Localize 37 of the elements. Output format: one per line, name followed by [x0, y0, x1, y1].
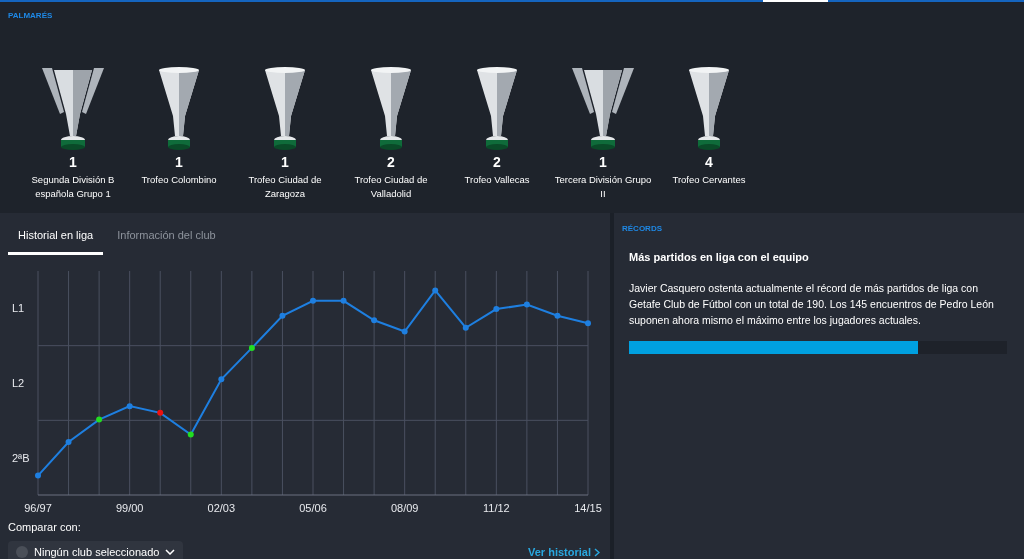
trophy-name: Trofeo Colombino — [140, 173, 218, 187]
trophy-count: 2 — [493, 154, 501, 170]
trophy-count: 4 — [705, 154, 713, 170]
tab[interactable]: Información del club — [107, 227, 226, 255]
trophy-count: 1 — [69, 154, 77, 170]
section-title: PALMARÉS — [8, 10, 54, 22]
axis-label: L2 — [12, 376, 25, 389]
history-link[interactable]: Ver historial — [528, 543, 600, 559]
axis-label: 14/15 — [574, 501, 602, 514]
trophy-count: 1 — [175, 154, 183, 170]
section-title: RÉCORDS — [622, 223, 663, 235]
trophy-name: Trofeo Ciudad de Zaragoza — [247, 173, 323, 201]
axis-label: 08/09 — [390, 501, 419, 514]
compare-label: Comparar con: — [8, 519, 82, 535]
axis-label: 2ªB — [12, 451, 30, 464]
trophy-count: 1 — [281, 154, 289, 170]
axis-label: 02/03 — [207, 501, 236, 514]
axis-label: 11/12 — [482, 501, 510, 514]
axis-label: 96/97 — [24, 501, 52, 514]
chevron-icon — [594, 547, 600, 557]
axis-label: 05/06 — [299, 501, 327, 514]
axis-label: L1 — [12, 301, 25, 314]
trophy-name: Trofeo Vallecas — [463, 173, 531, 187]
trophy-count: 1 — [599, 154, 607, 170]
trophy-name: Tercera División Grupo II — [553, 173, 653, 201]
trophy-name: Trofeo Ciudad de Valladolid — [353, 173, 429, 201]
page-indicator — [763, 0, 828, 2]
caret-icon — [165, 549, 176, 555]
trophy-count: 2 — [387, 154, 395, 170]
trophy-name: Trofeo Cervantes — [671, 173, 747, 187]
record-title: Más partidos en liga con el equipo — [629, 250, 810, 265]
tab[interactable]: Historial en liga — [8, 227, 104, 255]
club-icon — [16, 546, 28, 558]
axis-label: 99/00 — [115, 501, 144, 514]
club-select[interactable]: Ningún club seleccionado — [8, 541, 184, 559]
record-text: Javier Casquero ostenta actualmente el récord de más partidos de liga con Getafe Club de Fútbol con un total de 190. Los 145 encuentros de Pedro León suponen ahora mismo el máximo entre los jugadores actuales. — [629, 280, 995, 328]
trophy-name: Segunda División B española Grupo 1 — [30, 173, 116, 201]
